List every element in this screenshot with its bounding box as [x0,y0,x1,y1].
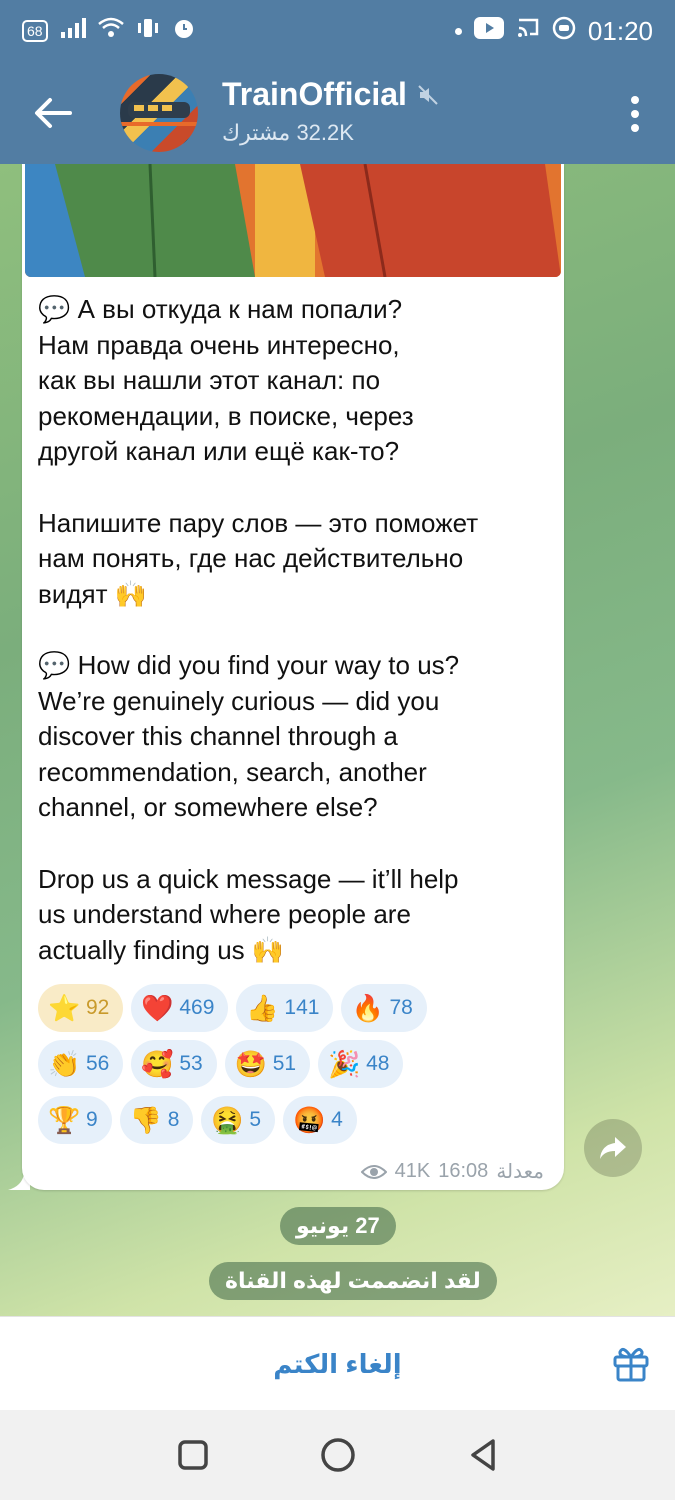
recents-button-icon[interactable] [173,1435,213,1475]
channel-avatar[interactable] [120,74,198,152]
vibrate-icon [136,17,160,46]
reactions: ⭐ 92 ❤️ 469 👍 141 🔥 78 👏 56 🥰 53 🤩 51 🎉 48 🏆 9 👎 8… [38,984,558,1152]
more-menu-icon[interactable] [629,94,641,134]
clock: 01:20 [587,15,653,46]
reaction-vomit[interactable]: 🤮 5 [201,1096,276,1144]
party-popper-icon: 🎉 [328,1048,361,1079]
reaction-count: 48 [366,1052,390,1075]
notification-dot-icon [454,27,462,35]
reaction-count: 51 [272,1052,297,1075]
paragraph-en-request: Drop us a quick message — it’ll help us … [38,863,459,965]
reaction-count: 92 [86,996,110,1019]
joined-channel-notice: لقد انضممت لهذه القناة [209,1262,497,1300]
reaction-clap[interactable]: 👏 56 [38,1040,124,1088]
reaction-love[interactable]: 🥰 53 [131,1040,217,1088]
smiling-hearts-icon: 🥰 [141,1048,174,1079]
gift-icon[interactable] [611,1343,651,1383]
heart-icon: ❤️ [141,992,174,1023]
trophy-icon: 🏆 [48,1104,81,1135]
wifi-icon [97,17,124,46]
reaction-star-struck[interactable]: 🤩 51 [224,1040,311,1088]
record-icon [552,16,576,47]
clapping-hands-icon: 👏 [48,1048,81,1079]
reaction-count: 469 [179,996,215,1019]
forward-button[interactable] [584,1119,642,1177]
edited-label: معدلة [496,1161,544,1183]
paragraph-ru-question: 💬 А вы откуда к нам попали? Нам правда о… [38,294,414,466]
star-struck-icon: 🤩 [234,1048,268,1079]
cast-icon [516,16,540,47]
home-button-icon[interactable] [318,1435,358,1475]
vomiting-face-icon: 🤮 [211,1104,244,1135]
back-arrow-icon[interactable] [30,90,76,136]
reaction-thumbs-up[interactable]: 👍 141 [236,984,334,1032]
thumbs-down-icon: 👎 [129,1104,163,1135]
reaction-count: 8 [167,1108,180,1131]
network-badge: 68 [22,20,48,42]
post-meta: 41K 16:08 معدلة [360,1159,544,1184]
fire-icon: 🔥 [351,992,384,1023]
reaction-fire[interactable]: 🔥 78 [341,984,427,1032]
reaction-count: 78 [389,996,413,1019]
chat-header: TrainOfficial 32.2K مشترك [0,62,675,164]
reaction-count: 53 [179,1052,203,1075]
muted-speaker-icon [418,84,438,105]
system-nav-bar [0,1410,675,1500]
reaction-cursing[interactable]: 🤬 4 [283,1096,357,1144]
reaction-count: 9 [86,1108,98,1131]
reaction-party[interactable]: 🎉 48 [318,1040,404,1088]
reaction-count: 4 [331,1108,343,1131]
youtube-icon [473,16,504,46]
view-count: 41K [394,1160,431,1182]
channel-post[interactable]: 💬 А вы откуда к нам попали? Нам правда о… [22,164,564,1190]
paragraph-ru-request: Напишите пару слов — это поможет нам пон… [38,507,479,609]
bottom-bar: إلغاء الكتم [0,1316,675,1411]
date-separator: 27 يونيو [280,1207,396,1245]
subscriber-count: 32.2K مشترك [222,120,354,145]
eye-icon [360,1164,387,1179]
reaction-trophy[interactable]: 🏆 9 [38,1096,112,1144]
signal-icon [60,17,86,45]
reaction-heart[interactable]: ❤️ 469 [131,984,229,1032]
reaction-thumbs-down[interactable]: 👎 8 [119,1096,194,1144]
thumbs-up-icon: 👍 [246,992,279,1023]
channel-name[interactable]: TrainOfficial [222,76,407,113]
reaction-star[interactable]: ⭐ 92 [38,984,124,1032]
alarm-icon [172,16,196,47]
chat-area[interactable]: 💬 А вы откуда к нам попали? Нам правда о… [0,164,675,1316]
post-image[interactable] [25,164,561,277]
paragraph-en-question: 💬 How did you find your way to us? We’re… [38,650,460,822]
reaction-count: 141 [284,996,320,1019]
unmute-button[interactable]: إلغاء الكتم [0,1317,675,1411]
reaction-count: 56 [86,1052,110,1075]
cursing-face-icon: 🤬 [293,1104,326,1135]
post-text: 💬 А вы откуда к нам попали? Нам правда о… [38,292,550,968]
back-button-icon[interactable] [463,1435,503,1475]
forward-arrow-icon [600,1137,626,1159]
star-icon: ⭐ [48,992,81,1023]
reaction-count: 5 [249,1108,262,1131]
post-time: 16:08 [438,1160,489,1182]
status-bar: 68 01:20 [0,0,675,62]
